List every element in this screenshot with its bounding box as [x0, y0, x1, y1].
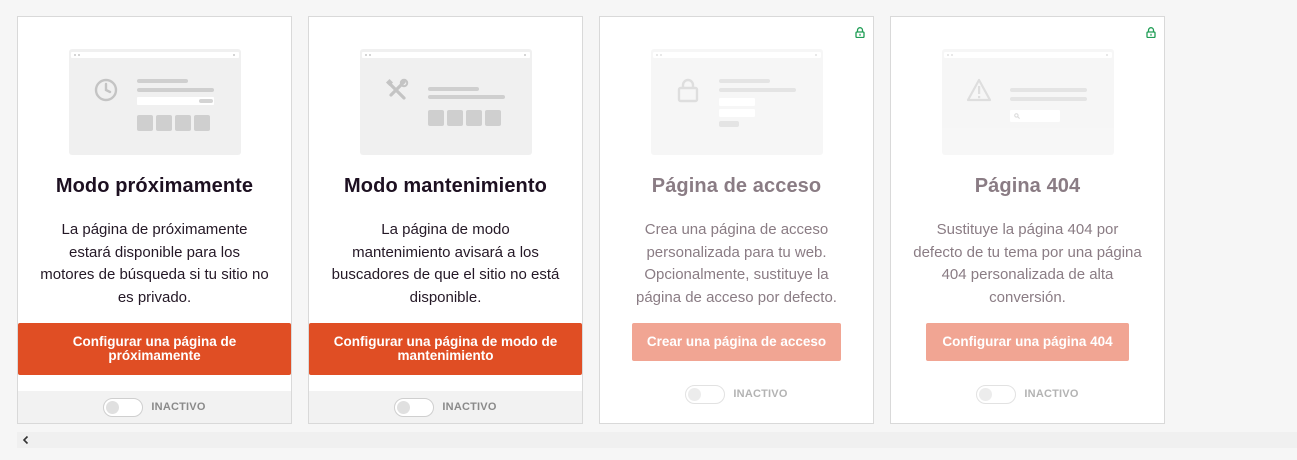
- status-label: INACTIVO: [442, 401, 497, 413]
- horizontal-scrollbar[interactable]: [17, 432, 1297, 448]
- chevron-left-icon[interactable]: [21, 435, 31, 445]
- card-title: Modo mantenimiento: [344, 175, 547, 197]
- status-label: INACTIVO: [1024, 388, 1079, 400]
- card-footer: INACTIVO: [600, 382, 873, 406]
- coming-soon-toggle[interactable]: [103, 397, 144, 417]
- setup-404-page-button[interactable]: Configurar una página 404: [926, 323, 1129, 361]
- 404-page-toggle[interactable]: [976, 384, 1017, 404]
- setup-maintenance-button[interactable]: Configurar una página de modo de manteni…: [309, 323, 582, 375]
- search-icon: [1013, 113, 1020, 119]
- card-footer: INACTIVO: [18, 391, 291, 423]
- coming-soon-preview: [68, 49, 241, 155]
- card-coming-soon: Modo próximamente La página de próximame…: [17, 16, 292, 424]
- card-description: La página de modo mantenimiento avisará …: [331, 221, 560, 306]
- warning-icon: [966, 78, 991, 102]
- clock-icon: [94, 78, 117, 102]
- tools-icon: [385, 78, 408, 100]
- login-page-preview: [650, 49, 823, 155]
- card-title: Modo próximamente: [55, 175, 254, 197]
- create-login-page-button[interactable]: Crear una página de acceso: [632, 323, 841, 361]
- login-page-toggle[interactable]: [685, 384, 726, 404]
- card-description: La página de próximamente estará disponi…: [40, 221, 269, 306]
- maintenance-preview: [359, 49, 532, 155]
- card-footer: INACTIVO: [891, 382, 1164, 406]
- lock-icon: [1146, 27, 1156, 38]
- 404-page-preview: [941, 49, 1114, 155]
- maintenance-toggle[interactable]: [394, 397, 435, 417]
- status-label: INACTIVO: [733, 388, 788, 400]
- card-footer: INACTIVO: [309, 391, 582, 423]
- card-maintenance: Modo mantenimiento La página de modo man…: [308, 16, 583, 424]
- card-title: Página 404: [974, 175, 1081, 197]
- card-login-page: Página de acceso Crea una página de acce…: [599, 16, 874, 424]
- card-title: Página de acceso: [651, 175, 822, 197]
- status-label: INACTIVO: [151, 401, 206, 413]
- lock-icon: [855, 27, 865, 38]
- card-description: Crea una página de acceso personalizada …: [636, 221, 837, 306]
- padlock-icon: [677, 78, 698, 103]
- card-404-page: Página 404 Sustituye la página 404 por d…: [890, 16, 1165, 424]
- setup-coming-soon-button[interactable]: Configurar una página de próximamente: [18, 323, 291, 375]
- card-description: Sustituye la página 404 por defecto de t…: [913, 221, 1142, 306]
